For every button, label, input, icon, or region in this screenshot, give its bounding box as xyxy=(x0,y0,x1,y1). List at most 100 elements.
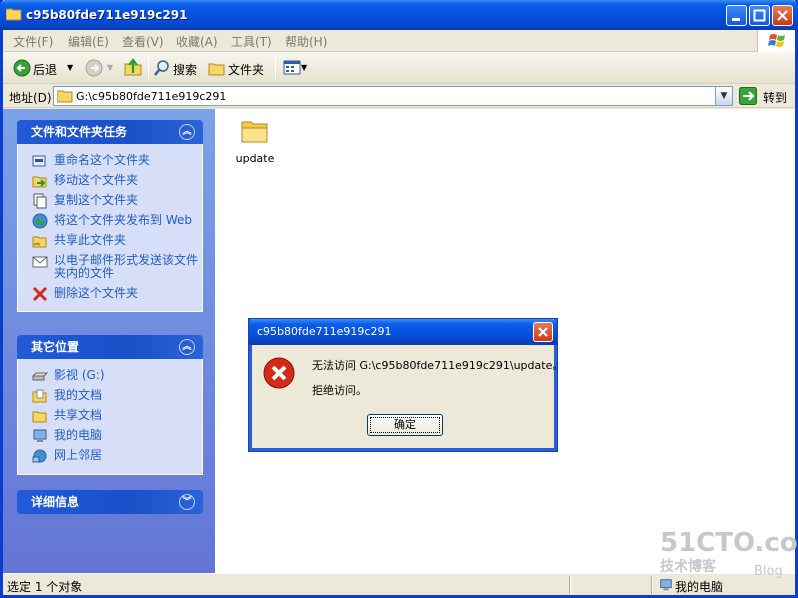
maximize-button[interactable] xyxy=(749,5,770,26)
address-label: 地址(D) xyxy=(9,91,52,105)
menu-file[interactable]: 文件(F) xyxy=(13,33,53,50)
title-bar[interactable]: c95b80fde711e919c291 xyxy=(0,0,798,30)
toolbar-separator xyxy=(275,57,276,79)
maximize-icon xyxy=(753,9,766,22)
place-my-documents[interactable]: 我的文档 xyxy=(28,389,202,403)
dialog-message: 无法访问 G:\c95b80fde711e919c291\update。 xyxy=(312,359,564,372)
address-input[interactable]: G:\c95b80fde711e919c291 ▼ xyxy=(53,86,733,106)
folders-label: 文件夹 xyxy=(228,63,265,77)
collapse-chevron-icon[interactable]: ︽ xyxy=(179,124,195,140)
other-places-panel: 其它位置 ︽ 影视 (G:) 我的文档 共享文档 我的电脑 网上邻居 xyxy=(17,335,203,475)
other-places-header[interactable]: 其它位置 ︽ xyxy=(17,335,203,359)
search-label: 搜索 xyxy=(173,63,198,77)
ok-button[interactable]: 确定 xyxy=(367,414,443,436)
panel-title: 其它位置 xyxy=(31,340,80,354)
my-computer-icon xyxy=(33,429,47,442)
status-selection: 选定 1 个对象 xyxy=(7,580,83,594)
file-folder-tasks-panel: 文件和文件夹任务 ︽ 重命名这个文件夹 移动这个文件夹 复制这个文件夹 将这个文… xyxy=(17,120,203,312)
collapse-chevron-icon[interactable]: ︽ xyxy=(179,339,195,355)
place-shared-documents[interactable]: 共享文档 xyxy=(28,409,202,423)
expand-chevron-icon[interactable]: ︾ xyxy=(179,494,195,510)
menu-view[interactable]: 查看(V) xyxy=(122,33,164,50)
task-publish-web[interactable]: 将这个文件夹发布到 Web xyxy=(28,213,202,229)
status-divider xyxy=(569,576,571,594)
details-header[interactable]: 详细信息 ︾ xyxy=(17,490,203,514)
search-icon xyxy=(154,60,169,76)
watermark-blog: Blog xyxy=(754,564,783,579)
error-icon xyxy=(263,357,295,389)
dialog-title: c95b80fde711e919c291 xyxy=(257,325,392,338)
place-network[interactable]: 网上邻居 xyxy=(28,449,202,463)
forward-arrow-icon xyxy=(85,59,103,77)
windows-logo xyxy=(757,30,795,52)
watermark: 51CTO.com 技术博客 Blog xyxy=(660,528,798,579)
back-dropdown-icon[interactable]: ▼ xyxy=(67,63,73,72)
menu-tools[interactable]: 工具(T) xyxy=(231,33,272,50)
place-my-computer[interactable]: 我的电脑 xyxy=(28,429,202,442)
views-icon xyxy=(283,60,301,75)
task-rename[interactable]: 重命名这个文件夹 xyxy=(28,154,202,167)
address-dropdown-button[interactable]: ▼ xyxy=(715,87,732,105)
drive-icon xyxy=(32,372,48,381)
menu-help[interactable]: 帮助(H) xyxy=(285,33,327,50)
views-button[interactable]: ▼ xyxy=(283,58,309,78)
panel-title: 文件和文件夹任务 xyxy=(31,125,128,139)
dialog-close-button[interactable] xyxy=(533,322,553,342)
forward-button[interactable]: ▼ xyxy=(83,58,119,78)
explorer-window: c95b80fde711e919c291 文件(F) 编辑(E) 查看(V) 收… xyxy=(0,0,798,598)
task-move[interactable]: 移动这个文件夹 xyxy=(28,174,202,188)
watermark-brand: 51CTO.com xyxy=(660,528,798,558)
folder-icon xyxy=(241,121,268,143)
forward-dropdown-icon[interactable]: ▼ xyxy=(107,63,113,72)
views-dropdown-icon: ▼ xyxy=(301,63,308,72)
minimize-icon xyxy=(732,18,740,21)
rename-icon xyxy=(32,155,46,167)
windows-logo-icon xyxy=(768,34,785,47)
share-icon xyxy=(32,236,47,248)
status-bar: 选定 1 个对象 我的电脑 xyxy=(3,573,795,595)
task-email[interactable]: 以电子邮件形式发送该文件夹内的文件 xyxy=(28,254,202,280)
shared-documents-icon xyxy=(32,411,47,423)
up-button[interactable] xyxy=(123,58,145,78)
task-delete[interactable]: 删除这个文件夹 xyxy=(28,287,202,302)
close-button[interactable] xyxy=(772,5,793,26)
up-folder-icon xyxy=(124,58,142,76)
dialog-title-bar[interactable]: c95b80fde711e919c291 xyxy=(249,319,557,345)
folder-icon xyxy=(6,8,22,21)
panel-title: 详细信息 xyxy=(31,495,80,509)
back-label: 后退 xyxy=(33,63,58,77)
folder-label: update xyxy=(235,152,275,165)
search-button[interactable]: 搜索 xyxy=(153,58,203,78)
other-places-list: 影视 (G:) 我的文档 共享文档 我的电脑 网上邻居 xyxy=(17,359,203,475)
toolbar-separator xyxy=(148,57,149,79)
folders-icon xyxy=(208,63,225,76)
minimize-button[interactable] xyxy=(726,5,747,26)
dialog-message-detail: 拒绝访问。 xyxy=(312,384,367,397)
address-value: G:\c95b80fde711e919c291 xyxy=(76,90,227,103)
task-share[interactable]: 共享此文件夹 xyxy=(28,234,202,248)
task-pane: 文件和文件夹任务 ︽ 重命名这个文件夹 移动这个文件夹 复制这个文件夹 将这个文… xyxy=(3,109,215,573)
publish-web-icon xyxy=(32,213,48,229)
details-panel: 详细信息 ︾ xyxy=(17,490,203,514)
copy-icon xyxy=(33,193,47,209)
task-copy[interactable]: 复制这个文件夹 xyxy=(28,193,202,209)
back-arrow-icon xyxy=(13,59,31,77)
menu-favorites[interactable]: 收藏(A) xyxy=(176,33,218,50)
close-icon xyxy=(777,10,788,21)
folders-button[interactable]: 文件夹 xyxy=(208,58,272,78)
folder-icon xyxy=(57,90,73,103)
file-folder-tasks-list: 重命名这个文件夹 移动这个文件夹 复制这个文件夹 将这个文件夹发布到 Web 共… xyxy=(17,144,203,312)
place-drive-g[interactable]: 影视 (G:) xyxy=(28,369,202,382)
go-label: 转到 xyxy=(763,91,788,105)
my-documents-icon xyxy=(32,389,47,403)
back-button[interactable]: 后退 ▼ xyxy=(11,58,77,78)
menu-edit[interactable]: 编辑(E) xyxy=(68,33,109,50)
error-dialog: c95b80fde711e919c291 无法访问 G:\c95b80fde71… xyxy=(249,319,563,451)
file-folder-tasks-header[interactable]: 文件和文件夹任务 ︽ xyxy=(17,120,203,144)
network-icon xyxy=(32,449,47,463)
folder-item-update[interactable]: update xyxy=(235,117,275,165)
email-icon xyxy=(32,256,48,268)
close-icon xyxy=(538,327,548,337)
address-bar: 地址(D) G:\c95b80fde711e919c291 ▼ 转到 xyxy=(3,84,795,108)
go-arrow-icon xyxy=(739,87,757,105)
